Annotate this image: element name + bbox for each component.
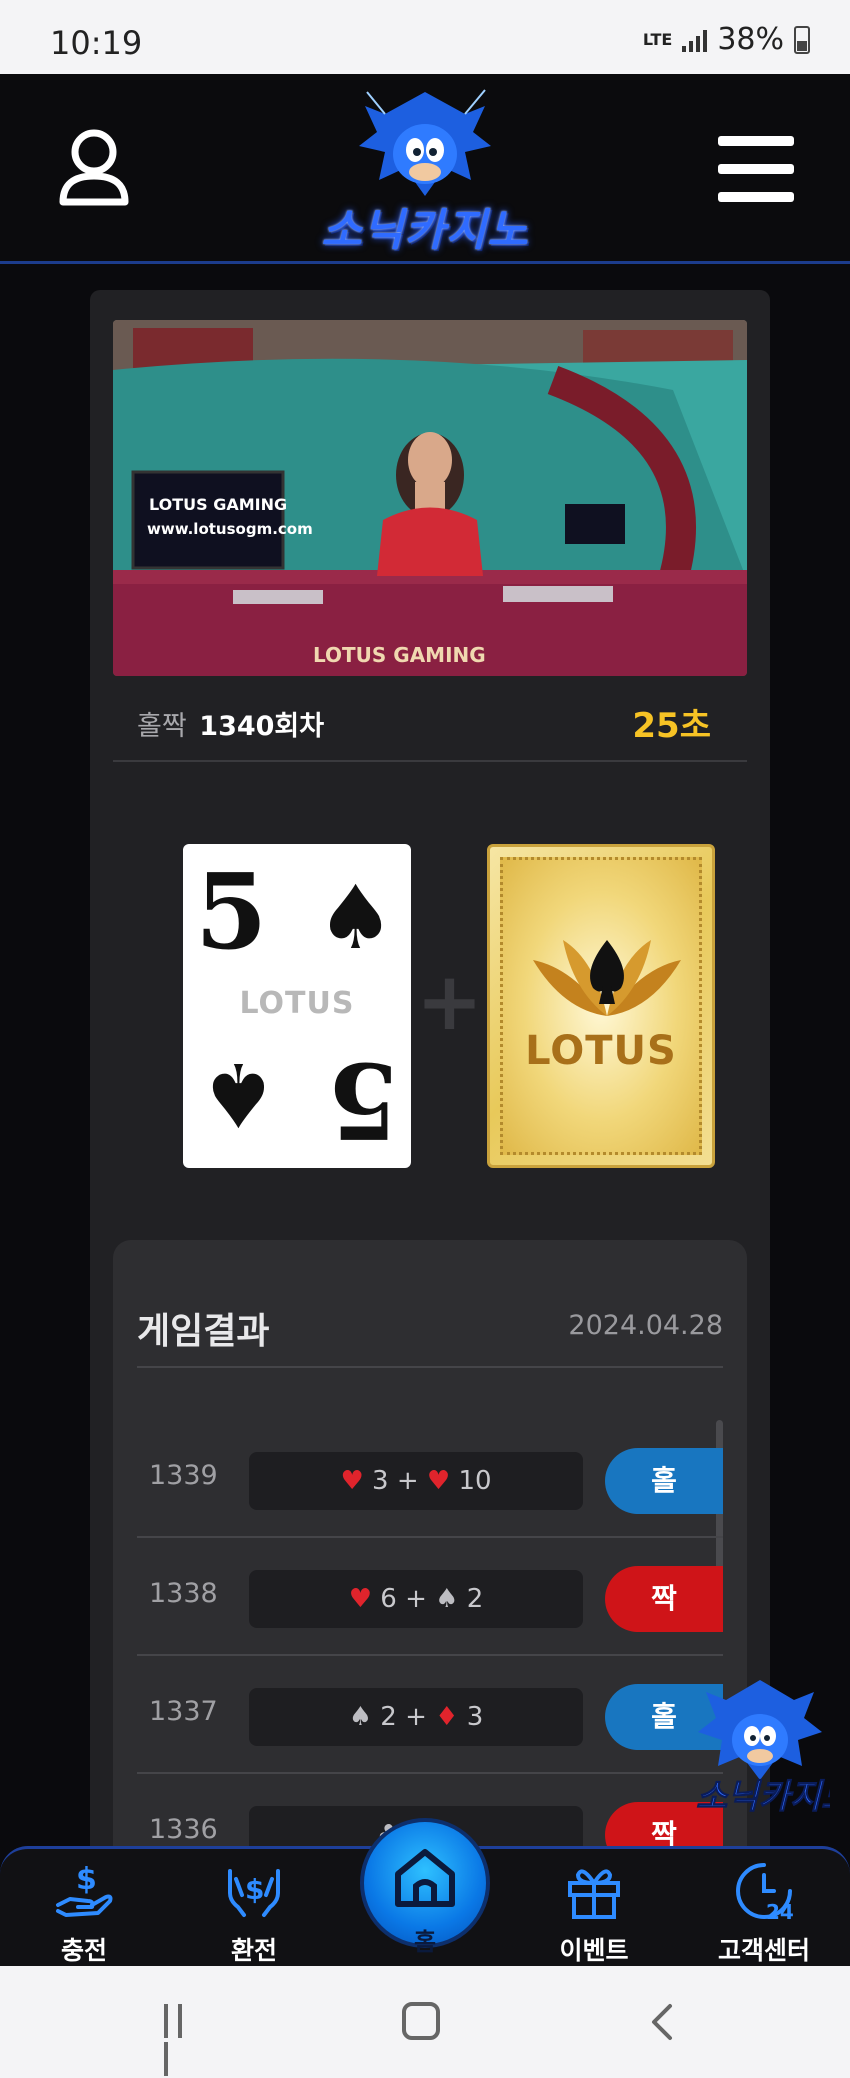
card-value: 3 xyxy=(466,1702,484,1732)
spade-icon: ♠ xyxy=(199,1043,278,1146)
nav-charge[interactable]: $ 충전 xyxy=(24,1849,144,1969)
game-panel: LOTUS GAMING www.lotusogm.com LOTUS GAMI… xyxy=(90,290,770,1940)
card-rank-bottom: 5 xyxy=(326,1039,399,1162)
lotus-flower-icon xyxy=(533,940,681,1016)
video-watermark-2: www.lotusogm.com xyxy=(147,520,313,538)
charge-icon: $ xyxy=(56,1862,113,1917)
system-nav-bar xyxy=(0,1966,850,2078)
status-time: 10:19 xyxy=(50,24,143,62)
result-round: 1337 xyxy=(149,1696,218,1727)
drawn-cards: 5 ♠ LOTUS ♠ 5 + LOTUS xyxy=(90,762,770,1182)
plus-icon: + xyxy=(416,955,484,1048)
card-value: 3 xyxy=(372,1466,389,1496)
nav-event-label: 이벤트 xyxy=(559,1936,629,1965)
result-row: 1338 ♥ 6 + ♠ 2 짝 xyxy=(137,1538,723,1656)
sonic-mascot-icon xyxy=(359,89,491,196)
battery-icon xyxy=(794,25,810,54)
nav-home[interactable]: 홈 xyxy=(360,1818,490,1956)
game-round-label: 홀짝 1340회차 xyxy=(137,704,324,743)
status-bar: 10:19 LTE 38% xyxy=(0,0,850,74)
card-rank-top: 5 xyxy=(195,850,268,973)
result-round: 1338 xyxy=(149,1578,218,1609)
lte-icon: LTE xyxy=(642,29,673,49)
card-value: 6 xyxy=(380,1584,397,1614)
nav-support-label: 고객센터 xyxy=(717,1936,810,1965)
heart-icon: ♥ xyxy=(340,1466,364,1496)
svg-text:$: $ xyxy=(245,1873,264,1906)
result-row: 1337 ♠ 2 + ♦ 3홀 xyxy=(137,1656,723,1774)
floating-brand: 소닉카지노 xyxy=(696,1777,830,1817)
nav-support[interactable]: 24 고객센터 xyxy=(704,1849,824,1969)
page: 10:19 LTE 38% 소닉카지노 LOTUS GAMING www.lot… xyxy=(0,0,850,2078)
result-cards: ♠ 2 + ♦ 3 xyxy=(249,1688,583,1746)
card-value: 2 xyxy=(466,1584,484,1614)
result-round: 1336 xyxy=(149,1814,218,1845)
results-divider xyxy=(137,1366,723,1368)
card-watermark: LOTUS xyxy=(239,986,355,1021)
home-icon xyxy=(395,1849,455,1907)
nav-exchange[interactable]: $ 환전 xyxy=(194,1849,314,1969)
status-icons: LTE 38% xyxy=(643,22,810,57)
brand-name: 소닉카지노 xyxy=(321,205,529,256)
result-cards: ♥ 6 + ♠ 2 xyxy=(249,1570,583,1628)
card-value: 10 xyxy=(458,1466,492,1496)
exchange-icon: $ xyxy=(228,1869,280,1917)
video-watermark-1: LOTUS GAMING xyxy=(149,495,287,514)
round-number: 1340회차 xyxy=(199,711,325,742)
diamond-icon: ♦ xyxy=(435,1702,459,1732)
round-info: 홀짝 1340회차 25초 xyxy=(113,676,747,762)
support-24h-icon: 24 xyxy=(736,1863,794,1923)
brand-logo[interactable]: 소닉카지노 xyxy=(300,84,550,259)
results-title: 게임결과 xyxy=(137,1311,270,1352)
svg-text:$: $ xyxy=(76,1862,97,1897)
playing-card-back: LOTUS xyxy=(487,844,715,1168)
result-row: 1339 ♥ 3 + ♥ 10 홀 xyxy=(137,1420,723,1538)
user-icon[interactable] xyxy=(58,128,130,206)
card-value: 2 xyxy=(380,1702,397,1732)
live-video[interactable]: LOTUS GAMING www.lotusogm.com LOTUS GAMI… xyxy=(113,320,747,676)
nav-home-label: 홈 xyxy=(413,1928,437,1956)
results-date: 2024.04.28 xyxy=(568,1310,723,1341)
video-watermark-3: LOTUS GAMING xyxy=(313,643,486,667)
result-badge: 홀 xyxy=(605,1448,723,1514)
spade-icon: ♠ xyxy=(316,866,395,969)
battery-percent: 38% xyxy=(717,22,784,57)
card-back-text: LOTUS xyxy=(525,1028,677,1074)
recent-apps-icon[interactable] xyxy=(164,2004,204,2076)
result-round: 1339 xyxy=(149,1460,218,1491)
back-icon[interactable] xyxy=(646,2002,676,2042)
countdown-timer: 25초 xyxy=(632,706,711,746)
nav-event[interactable]: 이벤트 xyxy=(534,1849,654,1969)
system-home-icon[interactable] xyxy=(402,2002,440,2040)
result-badge: 짝 xyxy=(605,1566,723,1632)
result-cards: ♥ 3 + ♥ 10 xyxy=(249,1452,583,1510)
app-header: 소닉카지노 xyxy=(0,74,850,264)
nav-charge-label: 충전 xyxy=(60,1936,107,1965)
heart-icon: ♥ xyxy=(426,1466,451,1496)
game-name: 홀짝 xyxy=(137,711,187,742)
floating-mascot-icon[interactable]: 소닉카지노 xyxy=(690,1670,830,1820)
nav-exchange-label: 환전 xyxy=(230,1936,277,1965)
hamburger-menu-icon[interactable] xyxy=(718,136,794,202)
playing-card-five-of-spades: 5 ♠ LOTUS ♠ 5 xyxy=(183,844,411,1168)
heart-icon: ♥ xyxy=(348,1584,373,1614)
spade-icon: ♠ xyxy=(435,1584,459,1614)
svg-text:24: 24 xyxy=(766,1900,794,1923)
signal-icon xyxy=(682,28,708,52)
spade-icon: ♠ xyxy=(348,1702,373,1732)
gift-icon xyxy=(568,1869,620,1919)
